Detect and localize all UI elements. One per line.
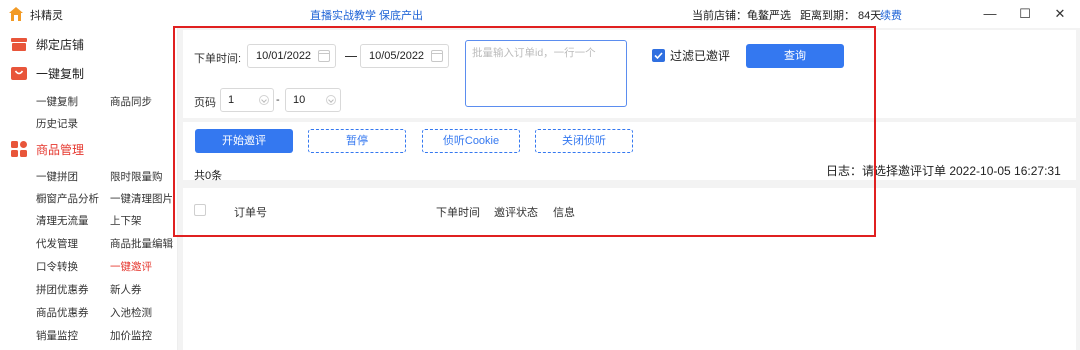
sidebar-item-sales-monitor[interactable]: 销量监控 [36, 328, 78, 343]
sidebar-item-clean-images[interactable]: 一键清理图片 [110, 191, 173, 206]
page-number-value: 1 [228, 94, 235, 106]
page-size-stepper[interactable]: 10 [285, 88, 341, 112]
order-time-label: 下单时间: [194, 53, 242, 65]
sidebar-item-batch-edit[interactable]: 商品批量编辑 [110, 236, 173, 251]
column-header-info[interactable]: 信息 [553, 204, 575, 220]
sidebar-item-limited-purchase[interactable]: 限时限量购 [110, 169, 163, 184]
pause-button[interactable]: 暂停 [308, 129, 406, 153]
sidebar-group-goods[interactable]: 商品管理 [10, 137, 84, 161]
filter-reviewed-checkbox[interactable] [652, 49, 665, 62]
calendar-icon[interactable] [431, 50, 443, 62]
sidebar-group-label: 一键复制 [36, 66, 85, 81]
sidebar-item-one-click-copy[interactable]: 一键复制 [36, 94, 78, 109]
orders-table [183, 188, 1076, 350]
sidebar-item-dropship[interactable]: 代发管理 [36, 236, 78, 251]
stepper-arrow-icon[interactable] [326, 95, 336, 105]
sidebar-item-history[interactable]: 历史记录 [36, 116, 78, 131]
sidebar-item-product-coupon[interactable]: 商品优惠券 [36, 305, 89, 320]
current-store-label: 当前店铺：龟鳌严选 [692, 10, 791, 22]
close-listen-button[interactable]: 关闭侦听 [535, 129, 633, 153]
title-bar: 抖精灵 直播实战教学 保底产出 当前店铺：龟鳌严选 距离到期： 84天 续费 —… [0, 0, 1080, 28]
expire-label: 距离到期： 84天 [800, 10, 882, 22]
close-button[interactable]: ✕ [1045, 4, 1075, 24]
date-from-value: 10/01/2022 [256, 50, 312, 62]
listen-cookie-button[interactable]: 侦听Cookie [422, 129, 520, 153]
date-from-picker[interactable]: 10/01/2022 [247, 44, 336, 68]
query-button[interactable]: 查询 [746, 44, 844, 68]
store-icon [11, 38, 27, 51]
app-logo-icon [9, 7, 23, 21]
minimize-button[interactable]: — [975, 4, 1005, 24]
sidebar-item-group-coupon[interactable]: 拼团优惠券 [36, 282, 89, 297]
sidebar-item-invite-review[interactable]: 一键邀评 [110, 259, 152, 274]
stepper-arrow-icon[interactable] [259, 95, 269, 105]
column-header-review-status[interactable]: 邀评状态 [494, 204, 538, 220]
log-message: 日志：请选择邀评订单 2022-10-05 16:27:31 [826, 164, 1061, 178]
maximize-button[interactable]: ☐ [1010, 4, 1040, 24]
sidebar-item-group-buy[interactable]: 一键拼团 [36, 169, 78, 184]
start-invite-button[interactable]: 开始邀评 [195, 129, 293, 153]
sidebar-item-showcase-analysis[interactable]: 橱窗产品分析 [36, 191, 99, 206]
sidebar-item-price-monitor[interactable]: 加价监控 [110, 328, 152, 343]
filter-reviewed-label[interactable]: 过滤已邀评 [670, 47, 730, 64]
page-label: 页码 [194, 97, 216, 109]
page-size-value: 10 [293, 94, 306, 106]
sidebar-item-product-sync[interactable]: 商品同步 [110, 94, 152, 109]
promo-link[interactable]: 直播实战教学 保底产出 [310, 7, 423, 23]
date-to-value: 10/05/2022 [369, 50, 425, 62]
record-count: 共0条 [194, 170, 223, 182]
page-number-stepper[interactable]: 1 [220, 88, 274, 112]
page-size-separator: - [276, 94, 280, 106]
grid-apps-icon [11, 141, 27, 157]
select-all-checkbox[interactable] [194, 204, 206, 216]
sidebar-group-label: 商品管理 [36, 142, 85, 157]
column-header-order-time[interactable]: 下单时间 [436, 204, 480, 220]
date-range-separator [345, 56, 357, 57]
calendar-icon[interactable] [318, 50, 330, 62]
checkmark-icon [654, 52, 663, 60]
sidebar-item-newcomer-coupon[interactable]: 新人券 [110, 282, 142, 297]
sidebar-item-label: 绑定店铺 [36, 37, 85, 52]
column-header-order-id[interactable]: 订单号 [234, 204, 267, 220]
sidebar-item-shelf[interactable]: 上下架 [110, 213, 142, 228]
sidebar-group-copy[interactable]: 一键复制 [10, 61, 84, 85]
shopping-bag-icon [11, 67, 27, 80]
sidebar-item-clean-no-traffic[interactable]: 清理无流量 [36, 213, 89, 228]
date-to-picker[interactable]: 10/05/2022 [360, 44, 449, 68]
sidebar-item-pool-check[interactable]: 入池检测 [110, 305, 152, 320]
order-id-textarea[interactable]: 批量输入订单id，一行一个 [465, 40, 627, 107]
sidebar-item-token-convert[interactable]: 口令转换 [36, 259, 78, 274]
app-title: 抖精灵 [30, 10, 63, 22]
renew-link[interactable]: 续费 [880, 7, 902, 23]
sidebar-item-bind-store[interactable]: 绑定店铺 [10, 32, 84, 56]
